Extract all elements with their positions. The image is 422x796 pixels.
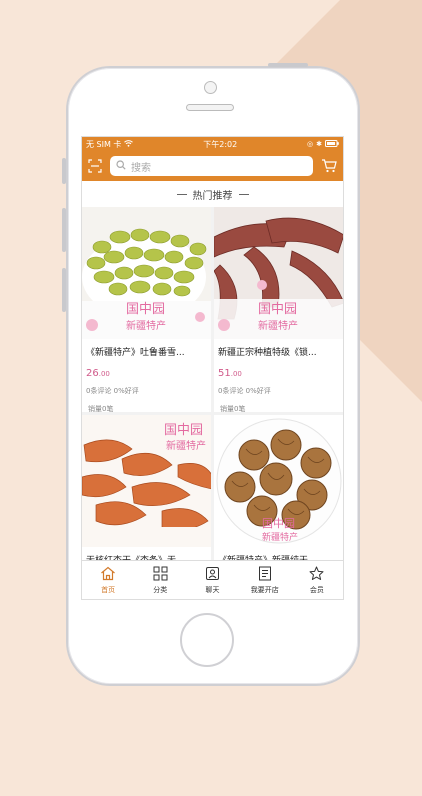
clock-label: 下午2:02	[203, 139, 238, 149]
product-grid: 国中园 新疆特产 《新疆特产》吐鲁番雪... 26.00 0条评论 0%好评 销…	[82, 207, 343, 599]
cart-icon[interactable]	[321, 159, 337, 173]
home-button[interactable]	[180, 613, 234, 667]
bluetooth-icon: ✱	[316, 140, 322, 148]
grid-icon	[153, 566, 168, 583]
location-icon: ◎	[307, 140, 314, 148]
section-title: 热门推荐	[192, 190, 233, 202]
product-image: 国中园 新疆特产	[82, 207, 211, 339]
product-price: 51.00	[218, 368, 242, 379]
brand-subtitle: 新疆特产	[258, 321, 298, 332]
status-bar: 无 SIM 卡 下午2:02 ◎ ✱	[82, 137, 343, 151]
tab-label: 分类	[153, 585, 168, 594]
product-price: 26.00	[86, 368, 110, 379]
chat-icon	[205, 566, 220, 583]
brand-logo: 国中园	[126, 302, 166, 317]
product-image: 国中园 新疆特产	[214, 415, 343, 547]
brand-subtitle: 新疆特产	[166, 441, 206, 452]
home-icon	[100, 566, 116, 583]
product-sales: 销量0笔	[88, 405, 114, 412]
product-card[interactable]: 国中园 新疆特产 新疆正宗种植特级《锁... 51.00 0条评论 0%好评 销…	[214, 207, 343, 412]
section-header: 热门推荐	[82, 181, 343, 207]
mute-switch	[62, 158, 66, 184]
product-image: 国中园 新疆特产	[82, 415, 211, 547]
store-icon	[258, 566, 272, 583]
brand-logo: 国中园	[262, 517, 295, 530]
tab-home[interactable]: 首页	[82, 561, 134, 599]
power-button	[268, 63, 308, 67]
bottom-tab-bar: 首页 分类 聊天 我要开店 会员	[82, 560, 343, 599]
tab-label: 首页	[101, 585, 116, 594]
front-camera	[204, 81, 217, 94]
scan-icon[interactable]	[88, 159, 102, 173]
brand-subtitle: 新疆特产	[262, 533, 299, 543]
product-title: 《新疆特产》吐鲁番雪...	[86, 348, 185, 358]
tab-open-store[interactable]: 我要开店	[239, 561, 291, 599]
brand-logo: 国中园	[164, 423, 204, 438]
volume-up-button	[62, 208, 66, 252]
carrier-label: 无 SIM 卡	[86, 139, 122, 149]
divider-right	[238, 193, 249, 195]
star-icon	[309, 566, 324, 583]
tab-member[interactable]: 会员	[291, 561, 343, 599]
tab-label: 我要开店	[250, 585, 279, 594]
battery-icon	[324, 139, 339, 149]
product-sales: 销量0笔	[220, 405, 246, 412]
brand-subtitle: 新疆特产	[126, 321, 166, 332]
tab-category[interactable]: 分类	[134, 561, 186, 599]
tab-label: 聊天	[205, 585, 220, 594]
volume-down-button	[62, 268, 66, 312]
earpiece-speaker	[186, 104, 234, 111]
divider-left	[176, 193, 187, 195]
search-placeholder: 搜索	[131, 162, 151, 174]
product-reviews: 0条评论 0%好评	[86, 387, 139, 395]
product-card[interactable]: 国中园 新疆特产 《新疆特产》吐鲁番雪... 26.00 0条评论 0%好评 销…	[82, 207, 211, 412]
brand-logo: 国中园	[258, 302, 298, 317]
app-screen: 无 SIM 卡 下午2:02 ◎ ✱ 搜索 热门推荐 国中园 新疆特产 《新疆特…	[81, 136, 344, 600]
tab-label: 会员	[309, 585, 324, 594]
search-header: 搜索	[82, 151, 343, 181]
search-icon	[116, 159, 126, 173]
product-title: 新疆正宗种植特级《锁...	[218, 348, 317, 358]
wifi-icon	[124, 139, 134, 149]
search-input[interactable]: 搜索	[110, 156, 313, 176]
tab-chat[interactable]: 聊天	[186, 561, 238, 599]
phone-frame: 无 SIM 卡 下午2:02 ◎ ✱ 搜索 热门推荐 国中园 新疆特产 《新疆特…	[62, 63, 360, 686]
product-image: 国中园 新疆特产	[214, 207, 343, 339]
product-reviews: 0条评论 0%好评	[218, 387, 271, 395]
